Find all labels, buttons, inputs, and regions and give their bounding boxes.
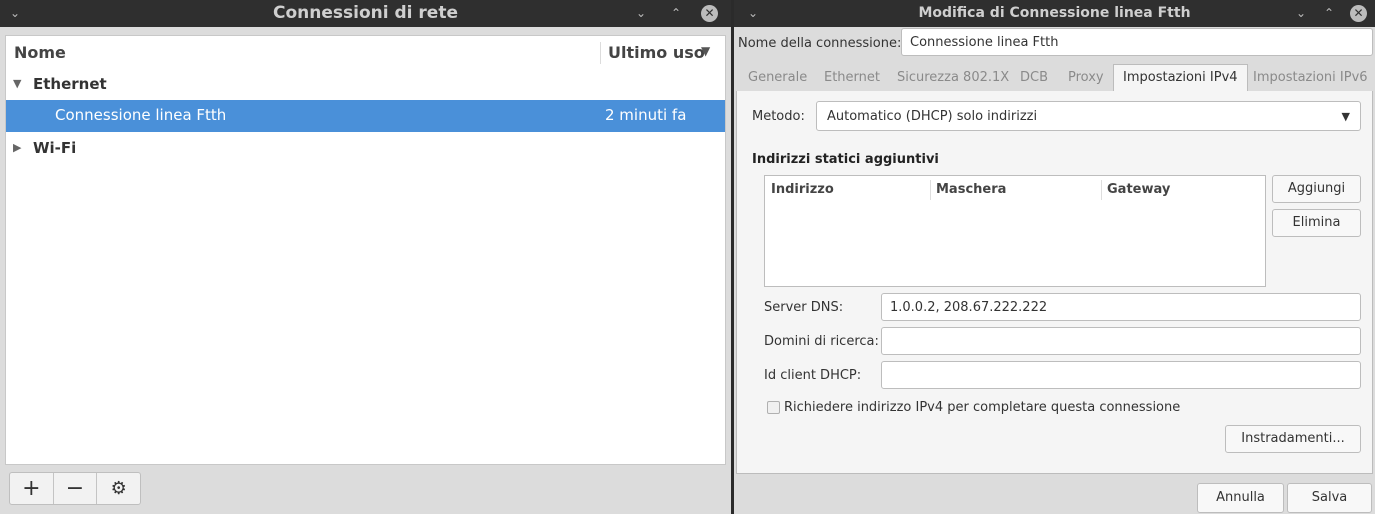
cancel-button[interactable]: Annulla xyxy=(1197,483,1284,513)
column-header-last-used[interactable]: Ultimo uso xyxy=(608,43,705,62)
close-icon[interactable]: ✕ xyxy=(1350,5,1367,22)
add-connection-button[interactable]: + xyxy=(10,473,54,504)
ipv4-settings-page: Metodo: Automatico (DHCP) solo indirizzi… xyxy=(736,91,1373,474)
column-separator xyxy=(600,42,601,64)
tab-security-8021x[interactable]: Sicurezza 802.1X xyxy=(897,64,1009,92)
window-title: Connessioni di rete xyxy=(273,3,458,23)
column-separator xyxy=(1101,180,1102,200)
list-header: Nome Ultimo uso ▼ xyxy=(6,36,725,68)
save-button[interactable]: Salva xyxy=(1287,483,1372,513)
method-dropdown[interactable]: Automatico (DHCP) solo indirizzi ▼ xyxy=(816,101,1361,131)
group-row-ethernet[interactable]: ▼ Ethernet xyxy=(6,69,725,101)
tab-dcb[interactable]: DCB xyxy=(1020,64,1048,92)
add-address-button[interactable]: Aggiungi xyxy=(1272,175,1361,203)
minimize-icon[interactable]: ⌄ xyxy=(632,0,650,27)
title-bar: ⌄ Connessioni di rete ⌄ ⌃ ✕ xyxy=(0,0,731,27)
connection-name-label: Nome della connessione: xyxy=(738,36,902,51)
expander-right-icon[interactable]: ▶ xyxy=(13,141,21,154)
static-addresses-title: Indirizzi statici aggiuntivi xyxy=(752,152,939,167)
network-connections-window: ⌄ Connessioni di rete ⌄ ⌃ ✕ Nome Ultimo … xyxy=(0,0,731,514)
minimize-icon[interactable]: ⌄ xyxy=(1292,0,1310,27)
group-label: Ethernet xyxy=(33,75,107,93)
tab-proxy[interactable]: Proxy xyxy=(1068,64,1104,92)
tab-general[interactable]: Generale xyxy=(748,64,807,92)
dns-servers-label: Server DNS: xyxy=(764,300,844,315)
dns-servers-field[interactable]: 1.0.0.2, 208.67.222.222 xyxy=(881,293,1361,321)
require-ipv4-checkbox[interactable] xyxy=(767,401,780,414)
maximize-icon[interactable]: ⌃ xyxy=(667,0,685,27)
group-label: Wi-Fi xyxy=(33,139,77,157)
tab-ipv4-settings[interactable]: Impostazioni IPv4 xyxy=(1113,64,1248,92)
edit-connection-window: ⌄ Modifica di Connessione linea Ftth ⌄ ⌃… xyxy=(734,0,1375,514)
tab-ethernet[interactable]: Ethernet xyxy=(824,64,880,92)
column-separator xyxy=(930,180,931,200)
close-icon[interactable]: ✕ xyxy=(701,5,718,22)
search-domains-field[interactable] xyxy=(881,327,1361,355)
tab-ipv6-settings[interactable]: Impostazioni IPv6 xyxy=(1253,64,1368,92)
group-row-wifi[interactable]: ▶ Wi-Fi xyxy=(6,133,725,165)
column-header-address[interactable]: Indirizzo xyxy=(771,182,834,197)
routes-button[interactable]: Instradamenti... xyxy=(1225,425,1361,453)
connection-row[interactable]: Connessione linea Ftth 2 minuti fa xyxy=(6,100,725,132)
delete-address-button[interactable]: Elimina xyxy=(1272,209,1361,237)
title-bar: ⌄ Modifica di Connessione linea Ftth ⌄ ⌃… xyxy=(734,0,1375,27)
column-header-netmask[interactable]: Maschera xyxy=(936,182,1006,197)
connection-name: Connessione linea Ftth xyxy=(55,106,227,124)
require-ipv4-label: Richiedere indirizzo IPv4 per completare… xyxy=(784,400,1181,415)
column-header-gateway[interactable]: Gateway xyxy=(1107,182,1170,197)
window-title: Modifica di Connessione linea Ftth xyxy=(918,5,1191,21)
maximize-icon[interactable]: ⌃ xyxy=(1320,0,1338,27)
method-label: Metodo: xyxy=(752,109,805,124)
gear-icon[interactable]: ⚙ xyxy=(97,473,140,504)
connection-name-field[interactable]: Connessione linea Ftth xyxy=(901,28,1373,56)
search-domains-label: Domini di ricerca: xyxy=(764,334,879,349)
settings-tabs: Generale Ethernet Sicurezza 802.1X DCB P… xyxy=(736,64,1373,92)
remove-connection-button[interactable]: − xyxy=(54,473,98,504)
sort-down-icon[interactable]: ▼ xyxy=(701,44,710,58)
dhcp-client-id-field[interactable] xyxy=(881,361,1361,389)
dhcp-client-id-label: Id client DHCP: xyxy=(764,368,862,383)
method-value: Automatico (DHCP) solo indirizzi xyxy=(827,108,1038,124)
column-header-name[interactable]: Nome xyxy=(14,43,66,62)
expander-down-icon[interactable]: ▼ xyxy=(13,77,21,90)
connection-last-used: 2 minuti fa xyxy=(605,106,687,124)
connections-list: Nome Ultimo uso ▼ ▼ Ethernet Connessione… xyxy=(5,35,726,465)
dropdown-arrow-icon: ▼ xyxy=(1341,110,1350,123)
static-addresses-table[interactable]: Indirizzo Maschera Gateway xyxy=(764,175,1266,287)
list-toolbar: + − ⚙ xyxy=(9,472,141,505)
